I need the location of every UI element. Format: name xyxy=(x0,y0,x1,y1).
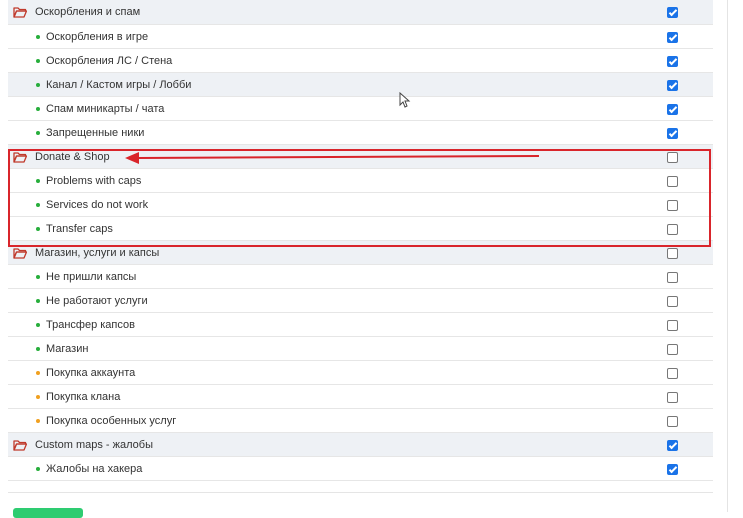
row-checkbox[interactable] xyxy=(667,319,678,331)
row-label: Покупка клана xyxy=(46,390,121,403)
bullet-dot-icon xyxy=(36,202,40,207)
row-label: Оскорбления в игре xyxy=(46,30,149,43)
row-label: Запрещенные ники xyxy=(46,126,145,139)
bullet-dot-icon xyxy=(36,394,40,399)
bullet-dot-icon xyxy=(36,370,40,375)
bullet-dot-icon xyxy=(36,322,40,327)
row-checkbox[interactable] xyxy=(667,391,678,403)
subcategory-row: Магазин xyxy=(8,337,713,361)
subcategory-row: Оскорбления в игре xyxy=(8,25,713,49)
subcategory-row: Не пришли капсы xyxy=(8,265,713,289)
row-label: Services do not work xyxy=(46,198,149,211)
save-button[interactable] xyxy=(13,508,83,518)
row-label: Donate & Shop xyxy=(35,150,110,163)
subcategory-row: Жалобы на хакера xyxy=(8,457,713,481)
bullet-dot-icon xyxy=(36,82,40,87)
subcategory-row: Покупка аккаунта xyxy=(8,361,713,385)
row-label: Оскорбления и спам xyxy=(35,6,141,18)
row-label: Спам миникарты / чата xyxy=(46,102,165,115)
subcategory-row: Services do not work xyxy=(8,193,713,217)
category-row: Магазин, услуги и капсы xyxy=(8,241,713,265)
row-checkbox[interactable] xyxy=(667,127,678,139)
folder-open-icon xyxy=(13,6,27,18)
row-checkbox[interactable] xyxy=(667,199,678,211)
bullet-dot-icon xyxy=(36,298,40,303)
row-label: Трансфер капсов xyxy=(46,318,135,331)
bullet-dot-icon xyxy=(36,466,40,471)
folder-open-icon xyxy=(13,151,27,163)
category-row: Donate & Shop xyxy=(8,145,713,169)
subcategory-row: Спам миникарты / чата xyxy=(8,97,713,121)
subcategory-row: Problems with caps xyxy=(8,169,713,193)
row-checkbox[interactable] xyxy=(667,55,678,67)
category-row: Канал / Кастом игры / Лобби xyxy=(8,73,713,97)
subcategory-row: Трансфер капсов xyxy=(8,313,713,337)
row-checkbox[interactable] xyxy=(667,463,678,475)
subcategory-row: Оскорбления ЛС / Стена xyxy=(8,49,713,73)
bullet-dot-icon xyxy=(36,34,40,39)
row-list: Оскорбления и спам Оскорбления в игре Оско… xyxy=(8,0,713,481)
row-checkbox[interactable] xyxy=(667,79,678,91)
category-row: Оскорбления и спам xyxy=(8,0,713,25)
row-checkbox[interactable] xyxy=(667,223,678,235)
row-checkbox[interactable] xyxy=(667,439,678,451)
subcategory-row: Покупка особенных услуг xyxy=(8,409,713,433)
bullet-dot-icon xyxy=(36,418,40,423)
row-checkbox[interactable] xyxy=(667,247,678,259)
folder-open-icon xyxy=(13,439,27,451)
row-label: Магазин, услуги и капсы xyxy=(35,246,160,259)
bullet-dot-icon xyxy=(36,130,40,135)
row-checkbox[interactable] xyxy=(667,367,678,379)
row-label: Transfer caps xyxy=(46,222,113,235)
row-checkbox[interactable] xyxy=(667,271,678,283)
bullet-dot-icon xyxy=(36,274,40,279)
subcategory-row: Не работают услуги xyxy=(8,289,713,313)
subcategory-row: Покупка клана xyxy=(8,385,713,409)
bullet-dot-icon xyxy=(36,58,40,63)
row-checkbox[interactable] xyxy=(667,295,678,307)
row-label: Покупка особенных услуг xyxy=(46,414,177,427)
category-permissions-table: Оскорбления и спам Оскорбления в игре Оско… xyxy=(8,0,713,493)
row-checkbox[interactable] xyxy=(667,175,678,187)
subcategory-row: Запрещенные ники xyxy=(8,121,713,145)
row-label: Не работают услуги xyxy=(46,294,148,307)
row-checkbox[interactable] xyxy=(667,103,678,115)
subcategory-row: Transfer caps xyxy=(8,217,713,241)
row-label: Оскорбления ЛС / Стена xyxy=(46,54,173,67)
bullet-dot-icon xyxy=(36,346,40,351)
row-label: Custom maps - жалобы xyxy=(35,438,153,451)
row-checkbox[interactable] xyxy=(667,343,678,355)
row-label: Жалобы на хакера xyxy=(46,462,143,475)
bullet-dot-icon xyxy=(36,178,40,183)
category-row: Custom maps - жалобы xyxy=(8,433,713,457)
row-checkbox[interactable] xyxy=(667,151,678,163)
bullet-dot-icon xyxy=(36,106,40,111)
row-label: Покупка аккаунта xyxy=(46,366,136,379)
row-label: Магазин xyxy=(46,342,89,355)
row-checkbox[interactable] xyxy=(667,415,678,427)
folder-open-icon xyxy=(13,247,27,259)
right-scroll-rail[interactable] xyxy=(727,0,743,512)
row-label: Канал / Кастом игры / Лобби xyxy=(46,78,192,91)
row-label: Problems with caps xyxy=(46,174,142,187)
row-label: Не пришли капсы xyxy=(46,270,137,283)
row-checkbox[interactable] xyxy=(667,7,678,18)
bullet-dot-icon xyxy=(36,226,40,231)
row-checkbox[interactable] xyxy=(667,31,678,43)
